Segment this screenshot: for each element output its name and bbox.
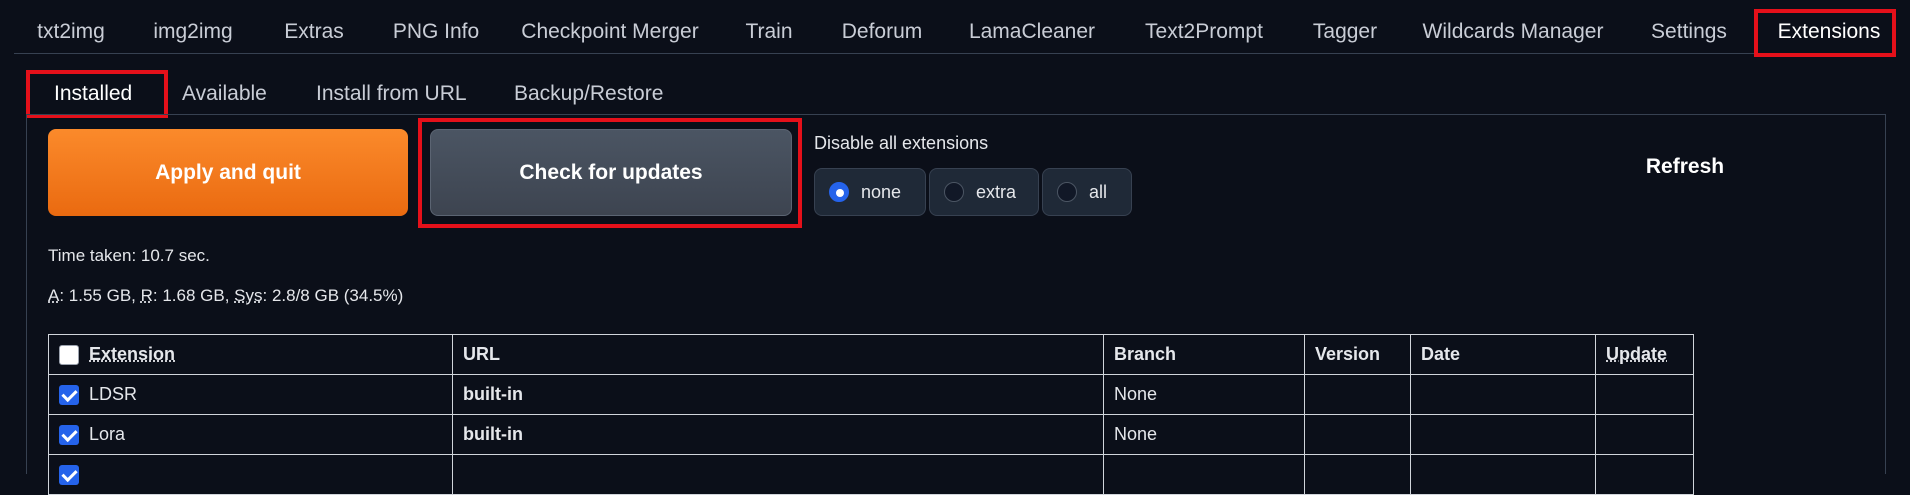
cell-version <box>1304 414 1411 455</box>
mem-r-abbr: R <box>140 286 153 305</box>
tab-extensions[interactable]: Extensions <box>1770 14 1888 50</box>
mem-sys-abbr: Sys <box>234 286 263 305</box>
radio-dot-all <box>1057 182 1077 202</box>
select-all-checkbox[interactable] <box>59 345 79 366</box>
time-taken-text: Time taken: 10.7 sec. <box>48 246 210 265</box>
header-version: Version <box>1304 334 1411 375</box>
cell-date <box>1410 414 1596 455</box>
refresh-button[interactable]: Refresh <box>1610 155 1760 179</box>
subtab-installed[interactable]: Installed <box>54 76 132 112</box>
radio-dot-none <box>829 182 849 202</box>
table-row: LDSR built-in None <box>48 374 1694 415</box>
tab-extras[interactable]: Extras <box>278 14 350 50</box>
cell-update <box>1595 414 1694 455</box>
header-extension-label[interactable]: Extension <box>89 344 175 364</box>
extension-enabled-checkbox[interactable] <box>59 465 79 486</box>
cell-url <box>452 454 1104 495</box>
extension-enabled-checkbox[interactable] <box>59 385 79 406</box>
tab-lamacleaner[interactable]: LamaCleaner <box>966 14 1098 50</box>
header-url: URL <box>452 334 1104 375</box>
cell-version <box>1304 454 1411 495</box>
cell-url: built-in <box>452 414 1104 455</box>
radio-label-none: none <box>861 181 902 202</box>
apply-and-quit-button[interactable]: Apply and quit <box>48 129 408 216</box>
cell-extension <box>48 454 453 495</box>
extension-name: LDSR <box>89 383 138 404</box>
cell-date <box>1410 454 1596 495</box>
header-extension: Extension <box>48 334 453 375</box>
disable-extensions-label: Disable all extensions <box>814 133 989 153</box>
cell-extension: LDSR <box>48 374 453 415</box>
header-update-label[interactable]: Update <box>1606 344 1667 364</box>
tab-tagger[interactable]: Tagger <box>1306 14 1384 50</box>
subtab-backup-restore[interactable]: Backup/Restore <box>514 76 663 112</box>
tab-bar-divider <box>14 53 1896 54</box>
tab-txt2img[interactable]: txt2img <box>30 14 112 50</box>
header-update: Update <box>1595 334 1694 375</box>
radio-label-all: all <box>1089 181 1108 202</box>
cell-update <box>1595 374 1694 415</box>
cell-version <box>1304 374 1411 415</box>
radio-none[interactable]: none <box>814 168 926 216</box>
extension-name: Lora <box>89 423 126 444</box>
tab-text2prompt[interactable]: Text2Prompt <box>1140 14 1268 50</box>
radio-extra[interactable]: extra <box>929 168 1039 216</box>
cell-update <box>1595 454 1694 495</box>
extensions-table: Extension URL Branch Version Date Update… <box>48 334 1694 495</box>
tab-settings[interactable]: Settings <box>1646 14 1732 50</box>
cell-date <box>1410 374 1596 415</box>
tab-png-info[interactable]: PNG Info <box>386 14 486 50</box>
tab-train[interactable]: Train <box>740 14 798 50</box>
subtab-available[interactable]: Available <box>182 76 267 112</box>
mem-sys-value: : 2.8/8 GB (34.5%) <box>262 286 404 305</box>
table-header-row: Extension URL Branch Version Date Update <box>48 334 1694 375</box>
cell-extension: Lora <box>48 414 453 455</box>
radio-dot-extra <box>944 182 964 202</box>
cell-branch: None <box>1103 374 1305 415</box>
mem-r-value: : 1.68 GB, <box>152 286 235 305</box>
subtab-install-from-url[interactable]: Install from URL <box>316 76 467 112</box>
radio-label-extra: extra <box>976 181 1017 202</box>
tab-img2img[interactable]: img2img <box>148 14 238 50</box>
mem-a-value: : 1.55 GB, <box>59 286 141 305</box>
table-row <box>48 454 1694 495</box>
cell-branch: None <box>1103 414 1305 455</box>
tab-checkpoint-merger[interactable]: Checkpoint Merger <box>518 14 702 50</box>
extension-enabled-checkbox[interactable] <box>59 425 79 446</box>
header-branch: Branch <box>1103 334 1305 375</box>
tab-wildcards-manager[interactable]: Wildcards Manager <box>1420 14 1606 50</box>
header-date: Date <box>1410 334 1596 375</box>
table-row: Lora built-in None <box>48 414 1694 455</box>
radio-all[interactable]: all <box>1042 168 1132 216</box>
main-tab-bar: txt2img img2img Extras PNG Info Checkpoi… <box>0 0 1910 62</box>
mem-a-abbr: A <box>48 286 60 305</box>
tab-deforum[interactable]: Deforum <box>836 14 928 50</box>
cell-url: built-in <box>452 374 1104 415</box>
memory-usage-text: A: 1.55 GB, R: 1.68 GB, Sys: 2.8/8 GB (3… <box>48 286 403 306</box>
cell-branch <box>1103 454 1305 495</box>
check-for-updates-button[interactable]: Check for updates <box>430 129 792 216</box>
